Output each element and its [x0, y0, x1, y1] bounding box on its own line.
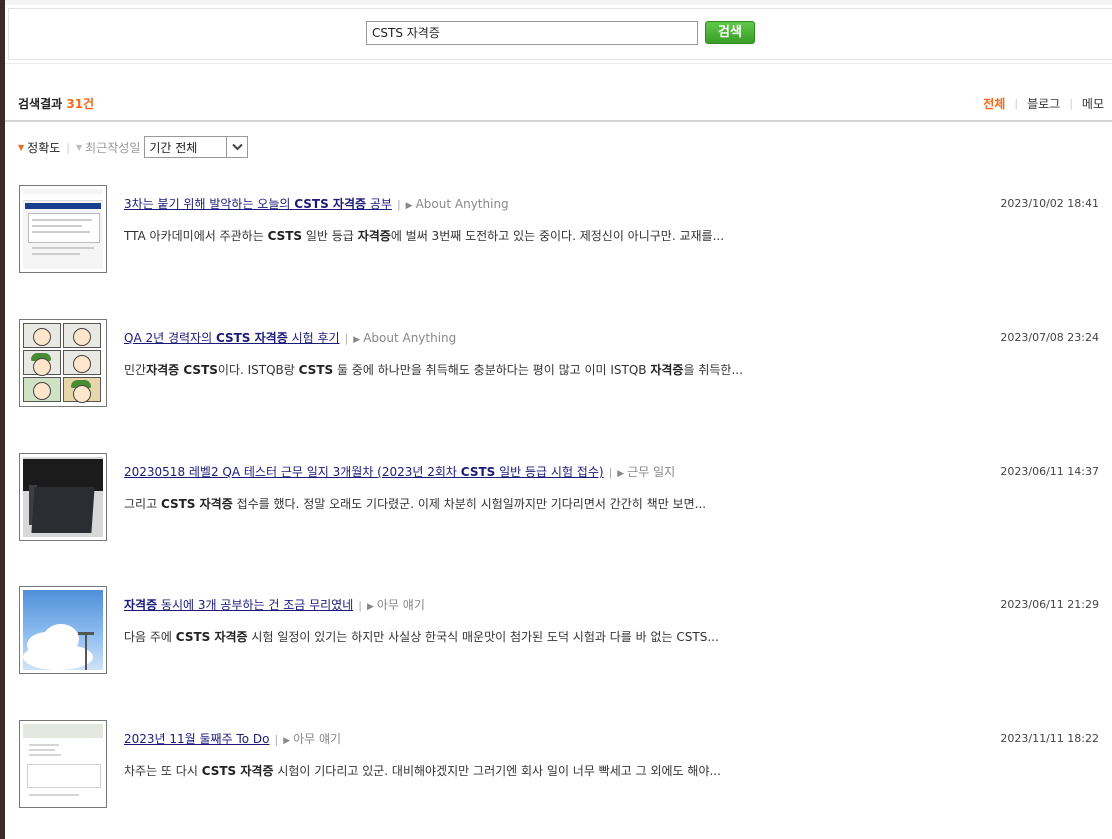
window-left-edge: [0, 0, 5, 839]
result-category[interactable]: ▶ About Anything: [353, 331, 456, 345]
result-title-link[interactable]: QA 2년 경력자의 CSTS 자격증 시험 후기: [124, 331, 340, 345]
top-strip: [5, 0, 1112, 5]
tab-divider: |: [1014, 97, 1019, 110]
result-date: 2023/10/02 18:41: [1000, 197, 1099, 210]
sort-accuracy[interactable]: 정확도: [27, 139, 60, 156]
chevron-down-icon[interactable]: [226, 137, 247, 157]
result-title-row: 자격증 동시에 3개 공부하는 건 조금 무리였네 | ▶ 아무 얘기: [124, 598, 425, 612]
result-thumbnail[interactable]: [19, 453, 107, 541]
result-snippet: 민간자격증 CSTS이다. ISTQB랑 CSTS 둘 중에 하나만을 취득해도…: [124, 363, 743, 377]
tab-all[interactable]: 전체: [983, 95, 1005, 112]
result-date: 2023/11/11 18:22: [1000, 732, 1099, 745]
result-item: 2023년 11월 둘째주 To Do | ▶ 아무 얘기 2023/11/11 18…: [19, 720, 1109, 808]
result-item: QA 2년 경력자의 CSTS 자격증 시험 후기 | ▶ About Anythin…: [19, 319, 1109, 407]
tab-blog[interactable]: 블로그: [1027, 95, 1060, 112]
play-icon: ▶: [353, 335, 361, 345]
result-thumbnail[interactable]: [19, 319, 107, 407]
results-label: 검색결과: [18, 97, 67, 111]
result-item: 자격증 동시에 3개 공부하는 건 조금 무리였네 | ▶ 아무 얘기 2023/06…: [19, 586, 1109, 674]
results-count: 검색결과 31건: [18, 95, 94, 112]
monitor-photo-thumbnail-image: [23, 457, 103, 537]
result-title-link[interactable]: 자격증 동시에 3개 공부하는 건 조금 무리였네: [124, 598, 353, 612]
result-category[interactable]: ▶ 아무 얘기: [367, 598, 425, 612]
play-icon: ▶: [617, 469, 625, 479]
divider: [5, 63, 1112, 64]
result-category[interactable]: ▶ 아무 얘기: [283, 732, 341, 746]
play-icon: ▶: [405, 201, 413, 211]
filter-tabs: 전체 | 블로그 | 메모: [983, 95, 1104, 112]
result-thumbnail[interactable]: [19, 185, 107, 273]
result-title-link[interactable]: 20230518 레벨2 QA 테스터 근무 일지 3개월차 (2023년 2회…: [124, 465, 604, 479]
sort-arrow-icon: ▼: [76, 142, 83, 152]
sort-arrow-icon: ▼: [18, 142, 25, 152]
results-count-value: 31건: [66, 97, 95, 111]
result-category[interactable]: ▶ About Anything: [406, 197, 509, 211]
sky-photo-thumbnail-image: [23, 590, 103, 670]
result-date: 2023/06/11 21:29: [1000, 598, 1099, 611]
result-snippet: 차주는 또 다시 CSTS 자격증 시험이 기다리고 있군. 대비해야겠지만 그…: [124, 764, 721, 778]
play-icon: ▶: [283, 736, 291, 746]
search-input[interactable]: CSTS 자격증: [366, 21, 698, 45]
result-title-row: 20230518 레벨2 QA 테스터 근무 일지 3개월차 (2023년 2회…: [124, 465, 676, 479]
result-category[interactable]: ▶ 근무 일지: [617, 465, 675, 479]
comic-thumbnail-image: [23, 323, 103, 403]
search-form: CSTS 자격증 검색: [366, 21, 756, 45]
result-date: 2023/07/08 23:24: [1000, 331, 1099, 344]
play-icon: ▶: [366, 602, 374, 612]
sort-divider: |: [66, 140, 70, 154]
divider: [5, 120, 1112, 122]
result-title-link[interactable]: 2023년 11월 둘째주 To Do: [124, 732, 269, 746]
result-item: 3차는 붙기 위해 발악하는 오늘의 CSTS 자격증 공부 | ▶ About An…: [19, 185, 1109, 273]
result-thumbnail[interactable]: [19, 720, 107, 808]
tab-divider: |: [1069, 97, 1073, 110]
sort-recent[interactable]: 최근작성일: [85, 139, 140, 156]
result-snippet: 다음 주에 CSTS 자격증 시험 일정이 있기는 하지만 사실상 한국식 매운…: [124, 630, 719, 644]
search-button[interactable]: 검색: [705, 21, 755, 44]
result-snippet: 그리고 CSTS 자격증 접수를 했다. 정말 오래도 기다렸군. 이제 차분히…: [124, 497, 707, 511]
result-item: 20230518 레벨2 QA 테스터 근무 일지 3개월차 (2023년 2회…: [19, 453, 1109, 541]
result-title-link[interactable]: 3차는 붙기 위해 발악하는 오늘의 CSTS 자격증 공부: [124, 197, 392, 211]
result-thumbnail[interactable]: [19, 586, 107, 674]
result-title-row: 3차는 붙기 위해 발악하는 오늘의 CSTS 자격증 공부 | ▶ About An…: [124, 197, 509, 211]
tab-memo[interactable]: 메모: [1082, 95, 1104, 112]
result-date: 2023/06/11 14:37: [1000, 465, 1099, 478]
document-thumbnail-image: [23, 724, 103, 804]
result-title-row: QA 2년 경력자의 CSTS 자격증 시험 후기 | ▶ About Anythin…: [124, 331, 457, 345]
result-snippet: TTA 아카데미에서 주관하는 CSTS 일반 등급 자격증에 벌써 3번째 도…: [124, 229, 725, 243]
sort-bar: ▼ 정확도 | ▼ 최근작성일 기간 전체: [18, 136, 249, 158]
period-select-value: 기간 전체: [149, 140, 198, 155]
screenshot-thumbnail-image: [23, 189, 103, 269]
period-select[interactable]: 기간 전체: [144, 136, 249, 158]
result-title-row: 2023년 11월 둘째주 To Do | ▶ 아무 얘기: [124, 732, 342, 746]
